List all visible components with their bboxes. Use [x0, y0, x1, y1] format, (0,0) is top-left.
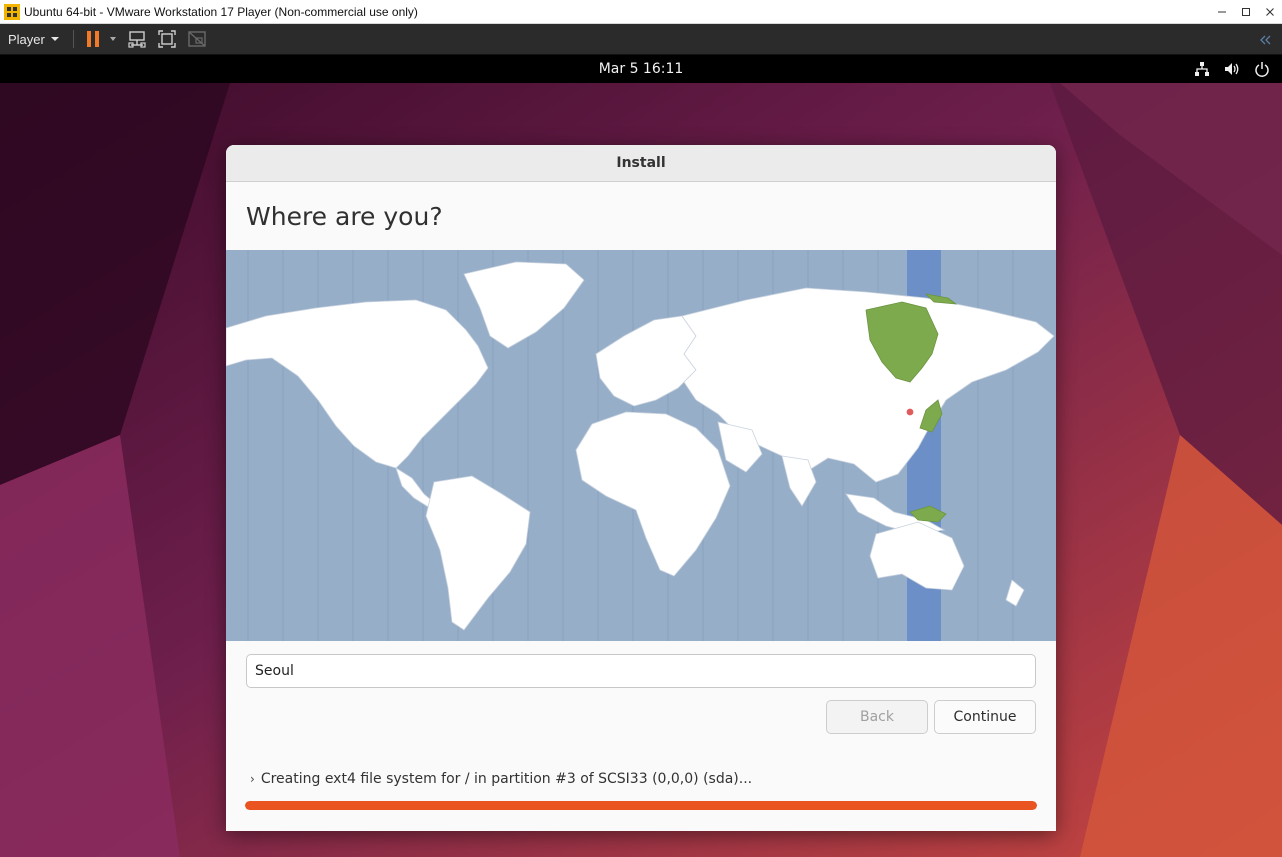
timezone-map[interactable] — [226, 250, 1056, 641]
chevron-down-icon — [50, 37, 59, 41]
fullscreen-icon — [158, 30, 176, 48]
unity-button[interactable] — [184, 26, 210, 52]
fullscreen-button[interactable] — [154, 26, 180, 52]
install-dialog: Install Where are you? Seoul Back Contin… — [226, 145, 1056, 831]
network-icon — [1192, 59, 1212, 79]
back-button-label: Back — [860, 709, 894, 725]
window-title: Ubuntu 64-bit - VMware Workstation 17 Pl… — [24, 4, 418, 19]
page-heading: Where are you? — [226, 182, 1056, 250]
page-title: Where are you? — [246, 201, 443, 231]
player-menu-label: Player — [8, 31, 45, 47]
back-button[interactable]: Back — [826, 700, 928, 734]
vmware-toolbar: Player — [0, 24, 1282, 55]
minimize-icon — [1218, 11, 1226, 13]
pause-icon — [86, 31, 99, 47]
collapse-toolbar-button[interactable] — [1258, 31, 1272, 50]
pause-button[interactable] — [80, 26, 106, 52]
gnome-top-bar: Mar 5 16:11 — [0, 55, 1282, 83]
continue-button-label: Continue — [953, 709, 1017, 725]
location-pin-icon — [905, 407, 915, 417]
window-controls — [1210, 0, 1282, 24]
guest-screen: Mar 5 16:11 Install Where are you? Seoul… — [0, 55, 1282, 857]
toolbar-divider — [72, 30, 74, 48]
send-ctrl-alt-del-icon — [128, 31, 146, 48]
status-text: Creating ext4 file system for / in parti… — [260, 771, 753, 787]
volume-icon — [1222, 59, 1242, 79]
close-button[interactable] — [1258, 0, 1282, 24]
continue-button[interactable]: Continue — [934, 700, 1036, 734]
vmware-logo-icon — [4, 3, 20, 20]
system-tray[interactable] — [1192, 59, 1272, 79]
pause-dropdown-icon[interactable] — [109, 37, 116, 41]
collapse-toolbar-icon — [1260, 35, 1271, 45]
minimize-button[interactable] — [1210, 0, 1234, 24]
world-map[interactable] — [226, 250, 1056, 641]
install-progress-fill — [245, 801, 1037, 810]
power-icon — [1252, 59, 1272, 79]
close-icon — [1266, 8, 1274, 16]
clock[interactable]: Mar 5 16:11 — [599, 61, 684, 77]
vmware-titlebar: Ubuntu 64-bit - VMware Workstation 17 Pl… — [0, 0, 1282, 24]
install-progress-bar — [245, 801, 1037, 810]
unity-icon — [188, 31, 206, 47]
maximize-icon — [1242, 8, 1250, 16]
location-input[interactable]: Seoul — [246, 654, 1036, 688]
player-menu[interactable]: Player — [0, 24, 67, 54]
install-status[interactable]: › Creating ext4 file system for / in par… — [250, 771, 752, 787]
chevron-right-icon: › — [250, 772, 255, 786]
dialog-header[interactable]: Install — [226, 145, 1056, 182]
dialog-title: Install — [616, 155, 666, 171]
location-input-value: Seoul — [255, 663, 294, 679]
send-ctrl-alt-del-button[interactable] — [124, 26, 150, 52]
maximize-button[interactable] — [1234, 0, 1258, 24]
